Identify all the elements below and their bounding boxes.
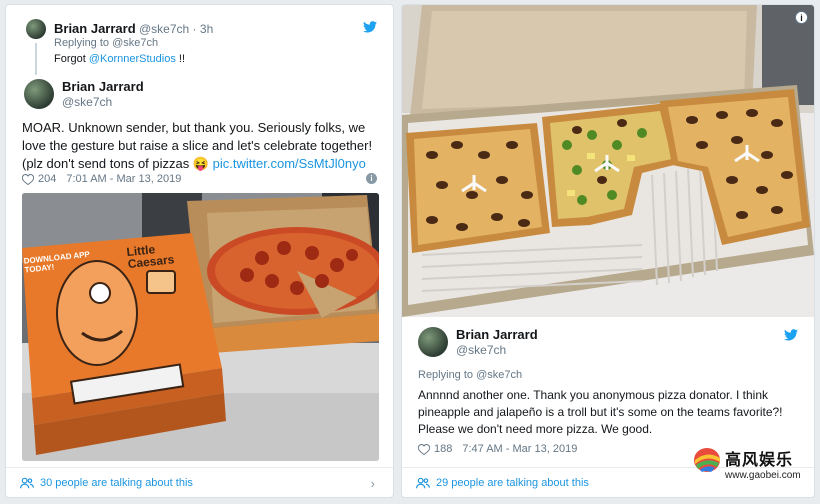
thread-line [35,43,37,75]
people-icon [20,477,34,488]
tweet-stats: 204 7:01 AM - Mar 13, 2019 [22,173,181,185]
reply-replying-to: Replying to @ske7ch [54,37,159,49]
tweet-photo[interactable]: Little Caesars DOWNLOAD APP TODAY! [22,193,379,461]
author-handle[interactable]: @ske7ch [62,95,112,109]
author-name[interactable]: Brian Jarrard [456,327,538,342]
people-icon [416,477,430,488]
watermark-title: 高风娱乐 [725,450,794,469]
reply-avatar[interactable] [26,19,46,39]
tweet-photo[interactable] [402,5,814,317]
heart-icon[interactable] [22,173,34,185]
tweet-timestamp[interactable]: 7:01 AM - Mar 13, 2019 [66,173,181,185]
reply-header: Brian Jarrard @ske7ch · 3h [54,21,214,36]
pizza-tray-photo [402,5,814,317]
mention-link[interactable]: @KornnerStudios [89,53,176,65]
info-icon[interactable]: i [795,11,808,24]
tweet-text: MOAR. Unknown sender, but thank you. Ser… [22,119,384,173]
twitter-bird-icon[interactable] [784,329,798,341]
tweet-stats: 188 7:47 AM - Mar 13, 2019 [418,443,577,455]
conversation-footer[interactable]: 30 people are talking about this › [6,467,393,497]
reply-text: Forgot @KornnerStudios !! [54,53,185,65]
right-tweet-card: i Brian Jarrard @ske7ch Replying to @ske… [401,4,815,498]
conversation-count[interactable]: 30 people are talking about this [40,477,193,489]
pizza-box-photo [22,193,379,461]
left-tweet-card: Brian Jarrard @ske7ch · 3h Replying to @… [5,4,394,498]
like-count: 188 [434,443,453,455]
author-handle[interactable]: @ske7ch [456,343,506,357]
replying-to: Replying to @ske7ch [418,369,523,381]
twitter-bird-icon[interactable] [363,21,377,33]
tweet-text: Annnnd another one. Thank you anonymous … [418,388,783,436]
tongue-emoji: 😝 [192,156,210,171]
author-avatar[interactable] [24,79,54,109]
reply-text-suffix: !! [175,53,186,65]
info-icon[interactable]: i [366,173,377,184]
reply-time[interactable]: 3h [200,22,213,36]
reply-author-name[interactable]: Brian Jarrard [54,21,136,36]
watermark-logo-icon [694,448,720,472]
conversation-count[interactable]: 29 people are talking about this [436,477,589,489]
heart-icon[interactable] [418,443,430,455]
author-avatar[interactable] [418,327,448,357]
chevron-right-icon[interactable]: › [371,476,375,491]
like-count: 204 [38,173,57,185]
reply-text-prefix: Forgot [54,53,89,65]
watermark-url: www.gaobei.com [725,470,801,481]
site-watermark: 高风娱乐 www.gaobei.com [693,444,811,490]
tweet-timestamp[interactable]: 7:47 AM - Mar 13, 2019 [462,443,577,455]
author-name[interactable]: Brian Jarrard [62,79,144,94]
reply-author-handle[interactable]: @ske7ch [139,22,189,36]
pic-link[interactable]: pic.twitter.com/SsMtJl0nyo [213,156,366,171]
